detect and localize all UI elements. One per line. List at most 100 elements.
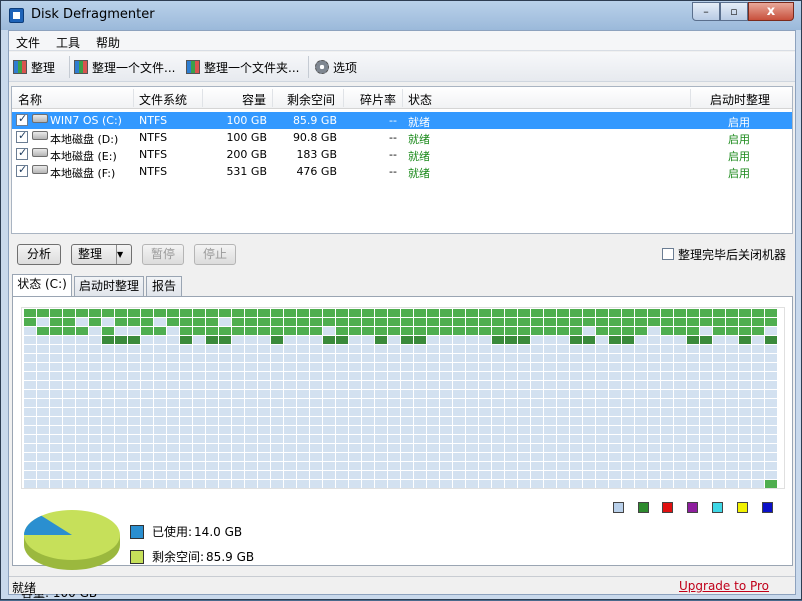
cluster-cell: [193, 390, 205, 398]
cluster-cell: [258, 453, 270, 461]
cluster-cell: [440, 408, 452, 416]
tab-status[interactable]: 状态 (C:): [12, 274, 72, 296]
cluster-cell: [388, 453, 400, 461]
col-boot-defrag[interactable]: 启动时整理: [710, 91, 770, 108]
options-button[interactable]: 选项: [315, 58, 357, 76]
cluster-cell: [193, 336, 205, 344]
menu-file[interactable]: 文件: [16, 34, 40, 51]
cluster-cell: [544, 444, 556, 452]
cluster-cell: [427, 417, 439, 425]
cluster-cell: [661, 354, 673, 362]
drive-checkbox[interactable]: [16, 112, 28, 126]
cluster-cell: [167, 318, 179, 326]
col-name[interactable]: 名称: [18, 91, 42, 108]
menu-help[interactable]: 帮助: [96, 34, 120, 51]
minimize-button[interactable]: –: [692, 2, 720, 21]
col-status[interactable]: 状态: [408, 91, 432, 108]
cluster-cell: [596, 318, 608, 326]
cluster-cell: [193, 309, 205, 317]
cluster-cell: [427, 444, 439, 452]
cluster-cell: [687, 390, 699, 398]
cluster-cell: [518, 363, 530, 371]
drive-checkbox[interactable]: [16, 163, 28, 177]
cluster-cell: [557, 390, 569, 398]
cluster-cell: [167, 408, 179, 416]
cluster-cell: [570, 309, 582, 317]
cluster-cell: [362, 354, 374, 362]
cluster-cell: [362, 435, 374, 443]
pause-button[interactable]: 暂停: [142, 244, 184, 265]
cluster-cell: [466, 444, 478, 452]
close-button[interactable]: x: [748, 2, 794, 21]
cluster-cell: [622, 480, 634, 488]
cluster-cell: [765, 399, 777, 407]
col-capacity[interactable]: 容量: [242, 91, 266, 108]
tab-boot-defrag[interactable]: 启动时整理: [74, 276, 144, 296]
defrag-file-button[interactable]: 整理一个文件...: [74, 58, 175, 76]
stop-button[interactable]: 停止: [194, 244, 236, 265]
cluster-cell: [661, 336, 673, 344]
cluster-cell: [323, 471, 335, 479]
cluster-cell: [141, 345, 153, 353]
cluster-cell: [453, 435, 465, 443]
cluster-cell: [427, 453, 439, 461]
cluster-cell: [297, 417, 309, 425]
cluster-cell: [375, 372, 387, 380]
cluster-cell: [453, 318, 465, 326]
drive-checkbox[interactable]: [16, 129, 28, 143]
cluster-cell: [323, 408, 335, 416]
drive-list[interactable]: 名称 文件系统 容量 剩余空间 碎片率 状态 启动时整理 WIN7 OS (C:…: [11, 86, 793, 234]
cluster-cell: [544, 399, 556, 407]
cluster-cell: [700, 408, 712, 416]
drive-row[interactable]: 本地磁盘 (D:) NTFS 100 GB 90.8 GB -- 就绪 启用: [12, 129, 792, 146]
cluster-cell: [596, 354, 608, 362]
cluster-cell: [349, 318, 361, 326]
maximize-button[interactable]: ▫: [720, 2, 748, 21]
cluster-cell: [661, 309, 673, 317]
cluster-cell: [37, 426, 49, 434]
col-free-space[interactable]: 剩余空间: [287, 91, 335, 108]
defrag-file-icon: [74, 60, 88, 74]
cluster-cell: [557, 453, 569, 461]
tab-report[interactable]: 报告: [146, 276, 182, 296]
cluster-cell: [336, 318, 348, 326]
col-filesystem[interactable]: 文件系统: [139, 91, 187, 108]
col-fragmentation[interactable]: 碎片率: [360, 91, 396, 108]
cluster-cell: [739, 354, 751, 362]
cluster-cell: [531, 318, 543, 326]
cluster-cell: [349, 399, 361, 407]
toolbar: 整理 整理一个文件... 整理一个文件夹... 选项: [9, 52, 795, 82]
shutdown-checkbox[interactable]: [662, 248, 674, 260]
cluster-cell: [726, 435, 738, 443]
cluster-cell: [609, 309, 621, 317]
cluster-cell: [687, 453, 699, 461]
drive-row[interactable]: WIN7 OS (C:) NTFS 100 GB 85.9 GB -- 就绪 启…: [12, 112, 792, 129]
menu-tools[interactable]: 工具: [56, 34, 80, 51]
drive-row[interactable]: 本地磁盘 (E:) NTFS 200 GB 183 GB -- 就绪 启用: [12, 146, 792, 163]
cluster-cell: [115, 372, 127, 380]
drive-row[interactable]: 本地磁盘 (F:) NTFS 531 GB 476 GB -- 就绪 启用: [12, 163, 792, 180]
cluster-cell: [440, 336, 452, 344]
cluster-cell: [349, 444, 361, 452]
cluster-cell: [427, 408, 439, 416]
cluster-cell: [401, 426, 413, 434]
cluster-cell: [76, 399, 88, 407]
drive-checkbox[interactable]: [16, 146, 28, 160]
cluster-cell: [583, 426, 595, 434]
cluster-cell: [388, 399, 400, 407]
cluster-cell: [388, 480, 400, 488]
chevron-down-icon[interactable]: ▼: [116, 245, 132, 264]
title-bar[interactable]: Disk Defragmenter – ▫ x: [1, 1, 801, 30]
upgrade-link[interactable]: Upgrade to Pro: [679, 579, 769, 593]
cluster-cell: [596, 372, 608, 380]
cluster-cell: [414, 480, 426, 488]
analyze-button[interactable]: 分析: [17, 244, 61, 265]
cluster-cell: [310, 462, 322, 470]
cluster-cell: [752, 462, 764, 470]
defrag-toolbar-button[interactable]: 整理: [13, 58, 55, 76]
cluster-cell: [388, 444, 400, 452]
cluster-cell: [622, 426, 634, 434]
defrag-folder-button[interactable]: 整理一个文件夹...: [186, 58, 299, 76]
defrag-button[interactable]: 整理 ▼: [71, 244, 132, 265]
cluster-cell: [752, 354, 764, 362]
